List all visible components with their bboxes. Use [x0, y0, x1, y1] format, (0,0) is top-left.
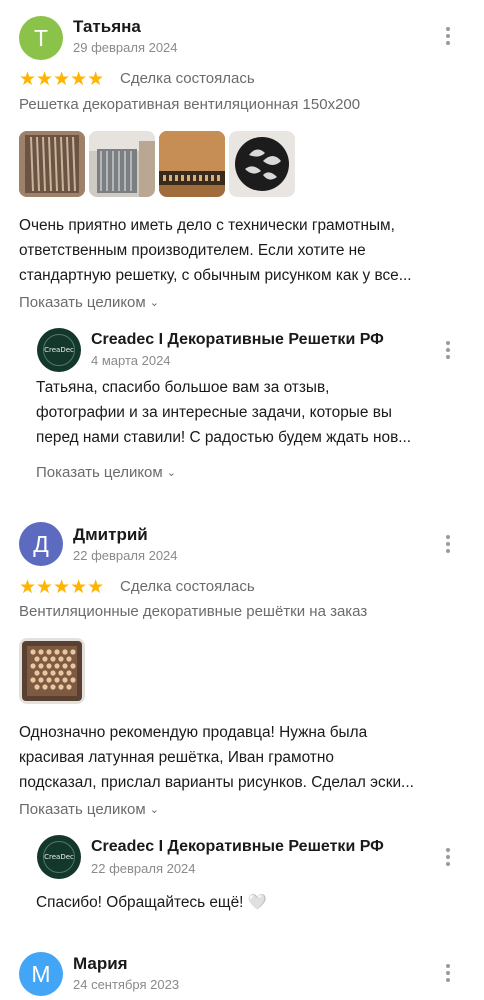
star-rating: ★★★★★ [19, 68, 105, 90]
photo-image [89, 131, 155, 197]
photo-image [159, 131, 225, 197]
more-options-icon[interactable] [438, 339, 458, 361]
show-more-label: Показать целиком [19, 801, 146, 818]
review-text: Однозначно рекомендую продавца! Нужна бы… [19, 720, 414, 795]
deal-status: Сделка состоялась [120, 70, 255, 87]
review-text-line: Очень приятно иметь дело с технически гр… [19, 217, 395, 234]
photo-image [229, 131, 295, 197]
review-photo[interactable] [19, 131, 85, 197]
review-text: Очень приятно иметь дело с технически гр… [19, 213, 412, 288]
more-options-icon[interactable] [438, 25, 458, 47]
chevron-down-icon: ⌄ [149, 297, 159, 309]
logo-text: CreaDec [44, 346, 74, 354]
show-more-label: Показать целиком [19, 294, 146, 311]
review-text-line: красивая латунная решётка, Иван грамотно [19, 749, 334, 766]
reviewer-name: Татьяна [73, 17, 141, 36]
heart-emoji-icon: 🤍 [247, 894, 267, 911]
review-date: 24 сентября 2023 [73, 977, 180, 992]
avatar: Т [19, 16, 63, 60]
more-options-icon[interactable] [438, 533, 458, 555]
avatar: М [19, 952, 63, 996]
reviewer-name: Мария [73, 954, 128, 973]
more-options-icon[interactable] [438, 846, 458, 868]
product-name: Решетка декоративная вентиляционная 150х… [19, 96, 361, 113]
show-more-link[interactable]: Показать целиком ⌄ [19, 801, 159, 818]
reply-text-line: перед нами ставили! С радостью будем жда… [36, 429, 412, 446]
review-date: 22 февраля 2024 [73, 548, 178, 563]
review-text-line: Однозначно рекомендую продавца! Нужна бы… [19, 724, 368, 741]
reply-date: 22 февраля 2024 [91, 861, 196, 876]
company-logo: CreaDec [37, 328, 81, 372]
photo-image [19, 638, 85, 704]
avatar: Д [19, 522, 63, 566]
review-photo[interactable] [159, 131, 225, 197]
review-text-line: ответственным производителем. Если хотит… [19, 242, 366, 259]
company-name: Creadec I Декоративные Решетки РФ [91, 838, 384, 855]
reply-date: 4 марта 2024 [91, 353, 171, 368]
logo-text: CreaDec [44, 853, 74, 861]
company-name: Creadec I Декоративные Решетки РФ [91, 331, 384, 348]
show-more-link[interactable]: Показать целиком ⌄ [19, 294, 159, 311]
review-date: 29 февраля 2024 [73, 40, 178, 55]
reply-text-line: Татьяна, спасибо большое вам за отзыв, [36, 379, 330, 396]
chevron-down-icon: ⌄ [149, 804, 159, 816]
star-rating: ★★★★★ [19, 576, 105, 598]
photo-image [19, 131, 85, 197]
show-more-link[interactable]: Показать целиком ⌄ [36, 464, 176, 481]
reviewer-name: Дмитрий [73, 525, 148, 544]
review-text-line: стандартную решетку, с обычным рисунком … [19, 267, 412, 284]
product-name: Вентиляционные декоративные решётки на з… [19, 603, 368, 620]
review-text-line: подсказал, прислал варианты рисунков. Сд… [19, 774, 414, 791]
show-more-label: Показать целиком [36, 464, 163, 481]
more-options-icon[interactable] [438, 962, 458, 984]
chevron-down-icon: ⌄ [166, 467, 176, 479]
reply-text: Спасибо! Обращайтесь ещё! 🤍 [36, 890, 267, 915]
reply-message: Спасибо! Обращайтесь ещё! [36, 894, 244, 911]
review-photo[interactable] [19, 638, 85, 704]
company-logo: CreaDec [37, 835, 81, 879]
review-photo[interactable] [89, 131, 155, 197]
reply-text-line: Спасибо! Обращайтесь ещё! 🤍 [36, 890, 267, 915]
deal-status: Сделка состоялась [120, 578, 255, 595]
reply-text: Татьяна, спасибо большое вам за отзыв, ф… [36, 375, 411, 450]
review-photo[interactable] [229, 131, 295, 197]
reply-text-line: фотографии и за интересные задачи, котор… [36, 404, 392, 421]
